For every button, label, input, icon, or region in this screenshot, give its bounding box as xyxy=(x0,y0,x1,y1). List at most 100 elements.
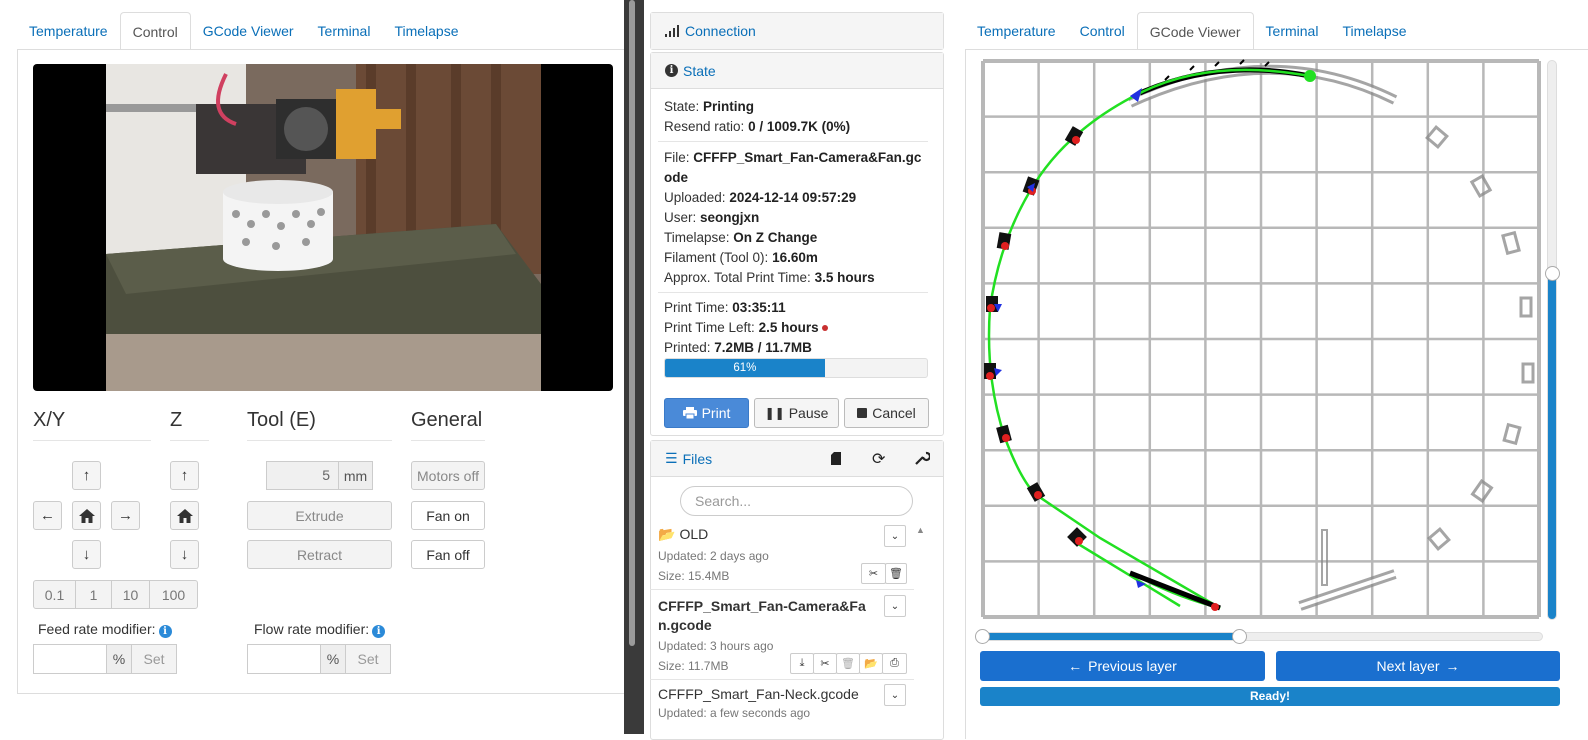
step-100[interactable]: 100 xyxy=(150,581,197,608)
flow-rate-set-button[interactable]: Set xyxy=(345,644,391,674)
tab-gcode-viewer[interactable]: GCode Viewer xyxy=(1136,12,1254,50)
connection-title: Connection xyxy=(685,23,756,39)
printer-icon xyxy=(682,407,697,419)
jog-step-selector: 0.1 1 10 100 xyxy=(33,580,198,609)
arrow-left-icon: ← xyxy=(1068,658,1083,674)
pause-button[interactable]: ❚❚ Pause xyxy=(754,398,839,428)
layer-slider-fill xyxy=(1548,272,1556,619)
wrench-icon[interactable] xyxy=(915,450,932,468)
jog-y-up-button[interactable]: ↑ xyxy=(72,461,101,490)
next-layer-button[interactable]: Next layer → xyxy=(1276,651,1560,681)
folder-name: OLD xyxy=(679,526,709,542)
extrude-amount-input[interactable]: 5 xyxy=(266,461,339,490)
info-icon[interactable]: i xyxy=(372,625,386,638)
home-z-button[interactable] xyxy=(170,501,199,530)
print-file-button[interactable]: ⎙ xyxy=(882,653,907,674)
command-slider-start-handle[interactable] xyxy=(975,629,990,644)
jog-z-down-button[interactable]: ↓ xyxy=(170,540,199,569)
sidebar: Connection i State State: Printing Resen… xyxy=(644,0,960,740)
layer-slider[interactable] xyxy=(1547,60,1557,620)
print-button[interactable]: Print xyxy=(664,398,749,428)
user-label: User: xyxy=(664,210,697,225)
scrollbar-thumb[interactable] xyxy=(629,0,635,646)
command-slider[interactable] xyxy=(980,632,1543,641)
tab-timelapse[interactable]: Timelapse xyxy=(382,12,470,50)
home-icon xyxy=(78,508,95,523)
arrow-right-icon: → xyxy=(1445,658,1460,674)
section-z-rule xyxy=(170,440,209,441)
load-button[interactable]: 📂 xyxy=(859,653,883,674)
refresh-icon[interactable]: ⟳ xyxy=(872,449,885,469)
tab-gcode-viewer[interactable]: GCode Viewer xyxy=(191,12,306,50)
scroll-up-icon[interactable]: ▲ xyxy=(916,525,925,535)
retract-button[interactable]: Retract xyxy=(247,540,392,569)
previous-layer-button[interactable]: ← Previous layer xyxy=(980,651,1265,681)
motors-off-button[interactable]: Motors off xyxy=(411,461,485,490)
job-details: File: CFFFP_Smart_Fan-Camera&Fan.gcode U… xyxy=(664,148,928,288)
delete-button[interactable]: 🗑 xyxy=(836,653,860,674)
tab-timelapse[interactable]: Timelapse xyxy=(1330,12,1418,50)
file-expand-button[interactable]: ⌄ xyxy=(884,684,906,706)
estimate-indicator-icon[interactable] xyxy=(822,325,829,331)
jog-y-down-button[interactable]: ↓ xyxy=(72,540,101,569)
webcam-image xyxy=(106,64,541,391)
state-label: State: xyxy=(664,99,700,114)
flow-rate-label-text: Flow rate modifier: xyxy=(254,621,370,637)
feed-rate-unit: % xyxy=(106,644,132,674)
tab-temperature[interactable]: Temperature xyxy=(17,12,120,50)
progress-fill: 61% xyxy=(665,359,825,377)
folder-icon: 📂 xyxy=(658,526,676,542)
files-title[interactable]: Files xyxy=(683,451,713,467)
state-header[interactable]: i State xyxy=(651,53,943,89)
connection-header[interactable]: Connection xyxy=(651,13,943,49)
feed-rate-input[interactable] xyxy=(33,644,107,674)
pause-icon: ❚❚ xyxy=(764,406,785,420)
window-scrollbar[interactable] xyxy=(624,0,644,734)
files-scrollbar[interactable]: ▲ xyxy=(916,525,926,735)
jog-x-left-button[interactable]: ← xyxy=(33,501,62,530)
left-tab-bar: Temperature Control GCode Viewer Termina… xyxy=(17,12,471,50)
chevron-down-icon: ⌄ xyxy=(890,689,900,701)
info-icon[interactable]: i xyxy=(158,625,172,638)
state-value: Printing xyxy=(703,99,755,114)
stop-icon xyxy=(857,408,868,418)
flow-rate-input[interactable] xyxy=(247,644,321,674)
step-0-1[interactable]: 0.1 xyxy=(34,581,76,608)
arrow-up-icon: ↑ xyxy=(180,467,189,484)
command-slider-end-handle[interactable] xyxy=(1232,629,1247,644)
tab-control[interactable]: Control xyxy=(119,12,191,50)
section-xy-heading: X/Y xyxy=(33,409,66,431)
sd-card-icon[interactable] xyxy=(831,452,841,468)
tab-temperature[interactable]: Temperature xyxy=(965,12,1068,50)
file-expand-button[interactable]: ⌄ xyxy=(884,595,906,617)
extrude-button[interactable]: Extrude xyxy=(247,501,392,530)
command-slider-fill xyxy=(981,633,1240,640)
print-time-value: 03:35:11 xyxy=(732,300,786,315)
fan-off-button[interactable]: Fan off xyxy=(411,540,485,569)
home-xy-button[interactable] xyxy=(72,501,101,530)
layer-slider-handle[interactable] xyxy=(1545,266,1560,281)
gcode-canvas[interactable] xyxy=(980,58,1543,620)
file-value: CFFFP_Smart_Fan-Camera&Fan.gcode xyxy=(664,150,922,185)
file-search-input[interactable]: Search... xyxy=(680,486,913,516)
cancel-button[interactable]: Cancel xyxy=(844,398,929,428)
jog-x-right-button[interactable]: → xyxy=(111,501,140,530)
tab-terminal[interactable]: Terminal xyxy=(1254,12,1331,50)
tab-control[interactable]: Control xyxy=(1068,12,1137,50)
timelapse-label: Timelapse: xyxy=(664,230,730,245)
file-expand-button[interactable]: ⌄ xyxy=(884,525,906,547)
file-item[interactable]: CFFFP_Smart_Fan-Neck.gcode Updated: a fe… xyxy=(658,686,910,723)
delete-button[interactable]: 🗑 xyxy=(885,563,907,584)
download-button[interactable]: ⤓ xyxy=(790,653,814,674)
file-updated: Updated: a few seconds ago xyxy=(658,706,811,720)
next-layer-label: Next layer xyxy=(1376,658,1440,674)
scissors-icon: ✂ xyxy=(820,658,830,670)
feed-rate-set-button[interactable]: Set xyxy=(131,644,177,674)
tab-terminal[interactable]: Terminal xyxy=(306,12,383,50)
jog-z-up-button[interactable]: ↑ xyxy=(170,461,199,490)
cut-button[interactable]: ✂ xyxy=(861,563,886,584)
step-1[interactable]: 1 xyxy=(76,581,112,608)
fan-on-button[interactable]: Fan on xyxy=(411,501,485,530)
step-10[interactable]: 10 xyxy=(112,581,150,608)
cut-button[interactable]: ✂ xyxy=(813,653,837,674)
